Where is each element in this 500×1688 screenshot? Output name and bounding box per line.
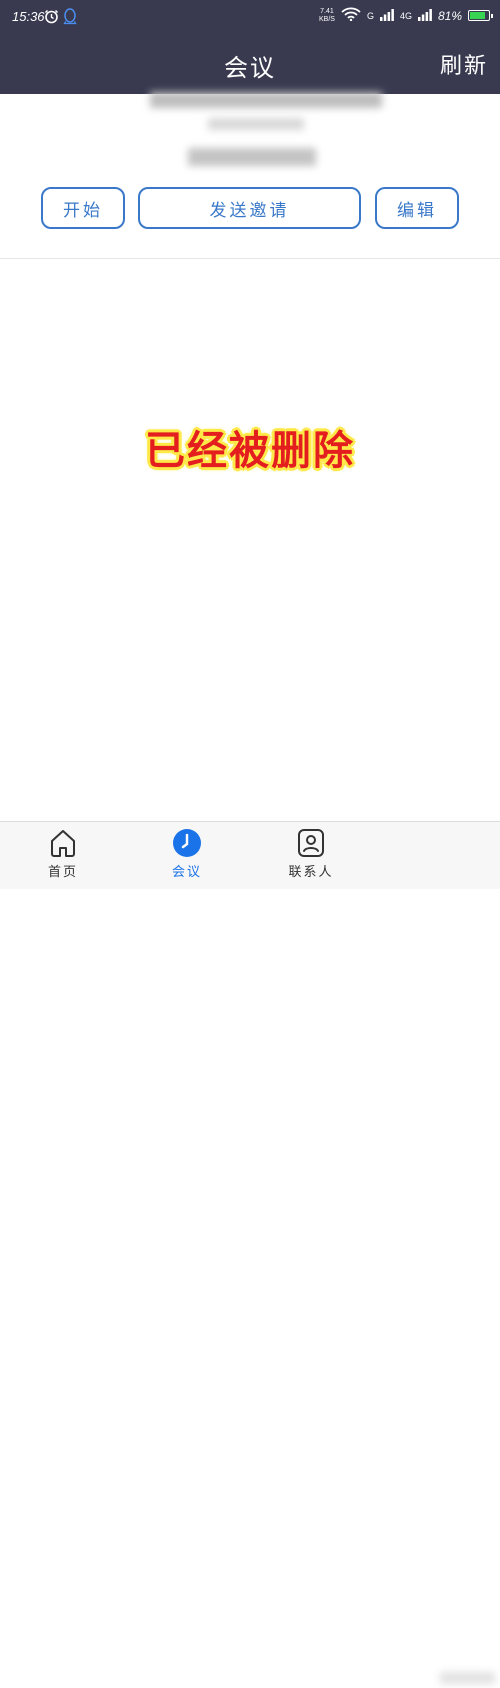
tab-contacts-label: 联系人 xyxy=(288,865,334,880)
status-time: 15:36 xyxy=(12,9,45,24)
deleted-annotation: 已经被删除 xyxy=(0,418,500,476)
edit-button[interactable]: 编辑 xyxy=(375,187,459,229)
start-button[interactable]: 开始 xyxy=(41,187,125,229)
send-invite-button[interactable]: 发送邀请 xyxy=(138,187,361,229)
battery-fill xyxy=(470,12,485,19)
tab-bar: 首页 会议 联系人 xyxy=(0,821,500,1684)
signal-icon xyxy=(379,6,394,25)
page-title: 会议 xyxy=(224,54,276,82)
clock-icon xyxy=(172,828,202,858)
signal-label-2: 4G xyxy=(399,10,412,21)
wifi-icon xyxy=(341,6,361,25)
tab-home-label: 首页 xyxy=(47,865,78,880)
meeting-info-blurred xyxy=(150,92,382,182)
battery-percent: 81% xyxy=(437,8,462,23)
signal-label-1: G xyxy=(366,10,374,21)
tab-contacts[interactable]: 联系人 xyxy=(261,828,361,880)
net-speed: 7.41 KB/S xyxy=(319,8,335,24)
divider xyxy=(0,258,500,259)
home-icon xyxy=(48,828,78,858)
status-bar: 15:36 7.41 KB/S G 4G 81% xyxy=(0,0,500,34)
refresh-button[interactable]: 刷新 xyxy=(440,48,488,80)
tab-meeting[interactable]: 会议 xyxy=(137,828,237,880)
net-speed-unit: KB/S xyxy=(318,15,335,23)
tab-meeting-label: 会议 xyxy=(171,865,202,880)
battery-icon xyxy=(468,10,493,21)
deleted-annotation-text: 已经被删除 xyxy=(145,428,355,474)
signal-icon xyxy=(417,6,432,25)
alarm-icon xyxy=(44,9,59,28)
blurred-watermark xyxy=(430,1668,500,1688)
tab-home[interactable]: 首页 xyxy=(13,828,113,880)
net-speed-value: 7.41 xyxy=(320,7,334,15)
nav-bar: 会议 刷新 xyxy=(0,34,500,94)
contact-icon xyxy=(296,828,326,858)
qq-icon xyxy=(63,8,77,29)
